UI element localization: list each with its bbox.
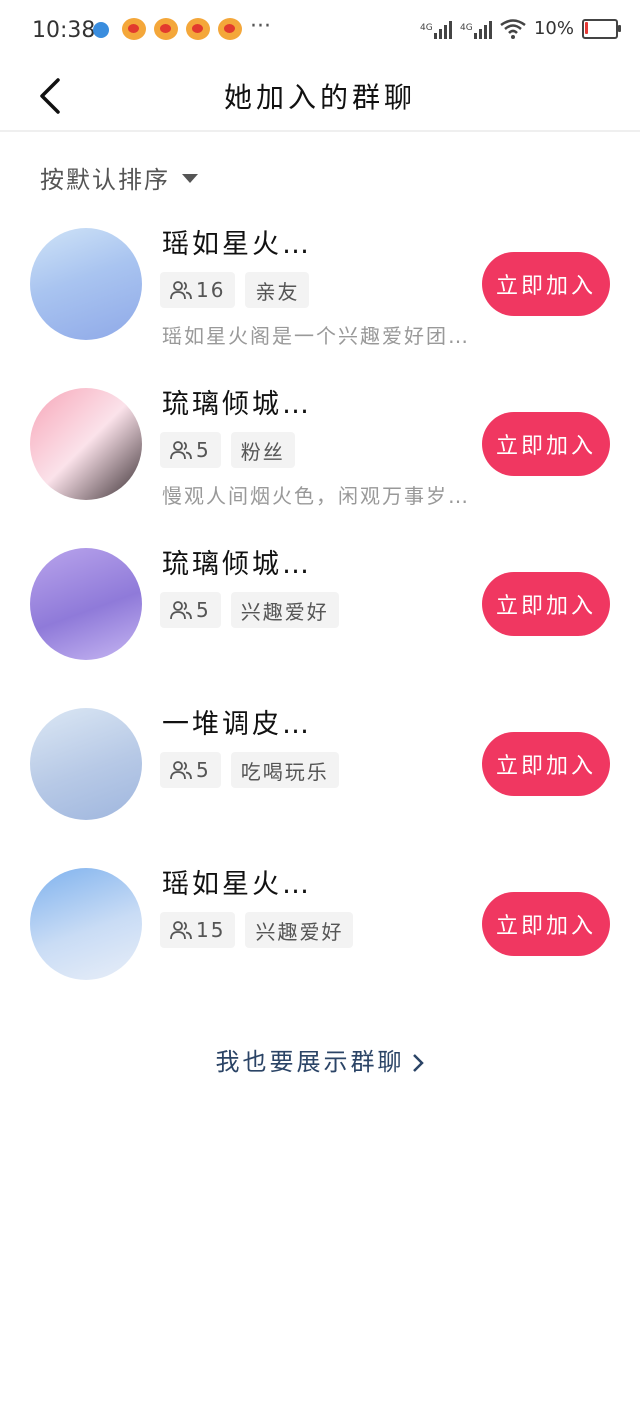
group-description: 瑶如星火阁是一个兴趣爱好团… [162, 324, 470, 348]
weibo-notification-icon [218, 18, 242, 40]
group-row[interactable]: 一堆调皮… 5 吃喝玩乐 立即加入 [0, 708, 640, 868]
group-row[interactable]: 琉璃倾城… 5 粉丝慢观人间烟火色，闲观万事岁… 立即加入 [0, 388, 640, 548]
group-avatar[interactable] [30, 388, 142, 500]
battery-level [585, 21, 588, 34]
sort-label: 按默认排序 [40, 166, 170, 194]
group-name: 瑶如星火… [162, 229, 312, 260]
show-my-groups-label: 我也要展示群聊 [215, 1048, 405, 1076]
group-avatar[interactable] [30, 868, 142, 980]
group-row[interactable]: 瑶如星火… 15 兴趣爱好 立即加入 [0, 868, 640, 1028]
sort-dropdown[interactable]: 按默认排序 [40, 160, 198, 195]
group-avatar[interactable] [30, 708, 142, 820]
join-group-button[interactable]: 立即加入 [482, 892, 610, 956]
wifi-icon [500, 18, 526, 39]
member-count: 16 [196, 278, 226, 302]
weibo-notification-icon [154, 18, 178, 40]
member-count: 5 [196, 438, 211, 462]
members-icon [170, 441, 192, 460]
status-bar: 10:38 ··· 4G 4G 10% [0, 0, 640, 62]
battery-icon [582, 18, 621, 39]
group-name: 琉璃倾城… [162, 549, 312, 580]
network-type-label: 4G [419, 23, 433, 33]
group-tags: 5 吃喝玩乐 [160, 752, 339, 788]
caret-down-icon [182, 174, 198, 183]
member-count-badge: 5 [160, 752, 221, 788]
group-category-tag: 亲友 [245, 272, 310, 308]
member-count-badge: 15 [160, 912, 236, 948]
member-count-badge: 16 [160, 272, 236, 308]
member-count: 5 [196, 758, 211, 782]
group-category-tag: 兴趣爱好 [230, 592, 339, 628]
member-count: 15 [196, 918, 226, 942]
show-my-groups-link[interactable]: 我也要展示群聊 [0, 1042, 640, 1077]
more-notifications-icon: ··· [250, 14, 271, 39]
join-group-button[interactable]: 立即加入 [482, 732, 610, 796]
group-avatar[interactable] [30, 548, 142, 660]
group-name: 一堆调皮… [162, 709, 312, 740]
page-title: 她加入的群聊 [223, 81, 416, 114]
join-group-button[interactable]: 立即加入 [482, 572, 610, 636]
group-tags: 5 粉丝 [160, 432, 295, 468]
group-name: 琉璃倾城… [162, 389, 312, 420]
group-category-tag: 吃喝玩乐 [230, 752, 339, 788]
network-type-label: 4G [459, 23, 473, 33]
chevron-right-icon [412, 1054, 424, 1072]
group-row[interactable]: 琉璃倾城… 5 兴趣爱好 立即加入 [0, 548, 640, 708]
battery-percentage: 10% [533, 18, 574, 39]
weibo-notification-icon [186, 18, 210, 40]
status-time: 10:38 [32, 18, 96, 43]
members-icon [170, 281, 192, 300]
location-icon [93, 22, 109, 38]
group-name: 瑶如星火… [162, 869, 312, 900]
join-group-button[interactable]: 立即加入 [482, 252, 610, 316]
signal-icon [433, 19, 452, 39]
group-category-tag: 兴趣爱好 [245, 912, 354, 948]
member-count-badge: 5 [160, 592, 221, 628]
weibo-notification-icon [122, 18, 146, 40]
members-icon [170, 601, 192, 620]
member-count-badge: 5 [160, 432, 221, 468]
group-tags: 5 兴趣爱好 [160, 592, 339, 628]
group-avatar[interactable] [30, 228, 142, 340]
join-group-button[interactable]: 立即加入 [482, 412, 610, 476]
members-icon [170, 761, 192, 780]
nav-bar: 她加入的群聊 [0, 62, 640, 132]
signal-icon [473, 19, 492, 39]
group-tags: 16 亲友 [160, 272, 310, 308]
members-icon [170, 921, 192, 940]
member-count: 5 [196, 598, 211, 622]
group-description: 慢观人间烟火色，闲观万事岁… [162, 484, 470, 508]
group-tags: 15 兴趣爱好 [160, 912, 354, 948]
group-category-tag: 粉丝 [230, 432, 295, 468]
group-row[interactable]: 瑶如星火… 16 亲友瑶如星火阁是一个兴趣爱好团… 立即加入 [0, 228, 640, 388]
